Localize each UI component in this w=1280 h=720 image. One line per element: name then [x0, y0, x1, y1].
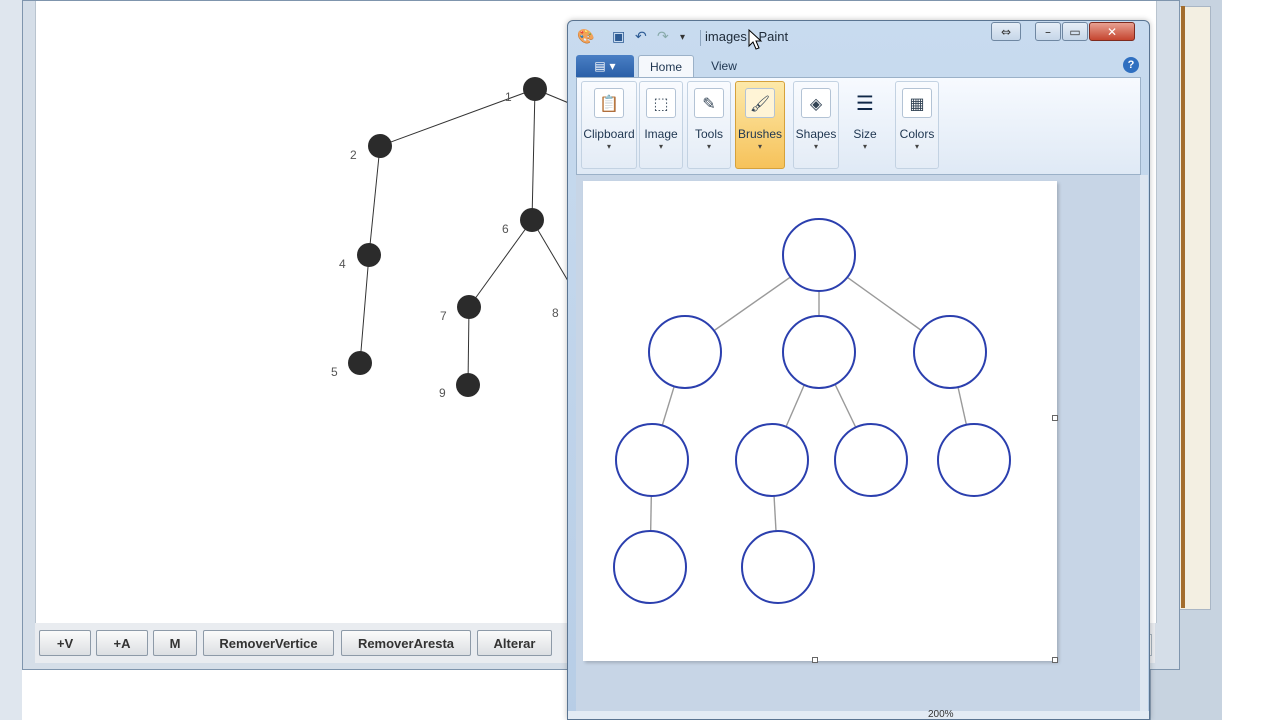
alter-button[interactable]: Alterar [477, 630, 552, 656]
ribbon-group-label: Tools [694, 127, 723, 141]
add-edge-button[interactable]: +A [96, 630, 148, 656]
edge-1-6 [531, 88, 536, 221]
mouse-cursor-icon [748, 29, 763, 50]
m-button[interactable]: M [153, 630, 197, 656]
tree-node [913, 315, 987, 389]
paint-menu-button[interactable]: ▤ ▾ [576, 55, 634, 77]
desktop-background [0, 0, 22, 720]
vertex-2 [368, 134, 392, 158]
ribbon-group-clipboard[interactable]: 📋 Clipboard ▾ [581, 81, 637, 169]
chevron-down-icon: ▾ [813, 142, 818, 151]
tree-node [615, 423, 689, 497]
colors-icon: ▦ [902, 88, 932, 118]
ribbon-group-image[interactable]: ⬚ Image ▾ [639, 81, 683, 169]
vertex-label-6: 6 [502, 222, 509, 236]
tree-drawing [613, 218, 1011, 604]
status-bar: 200% [568, 709, 1149, 720]
background-window-scrollbar[interactable] [1181, 6, 1185, 608]
size-icon: ☰ [856, 91, 874, 115]
undo-icon[interactable]: ↶ [635, 29, 647, 45]
chevron-down-icon: ▾ [862, 142, 867, 151]
customize-qat-icon[interactable]: ▾ [680, 32, 685, 43]
brushes-icon: 🖌 [745, 88, 775, 118]
snap-icon[interactable]: ⇔ [991, 22, 1021, 41]
remove-edge-button[interactable]: RemoverAresta [341, 630, 471, 656]
ribbon-group-shapes[interactable]: ◈ Shapes ▾ [793, 81, 839, 169]
edge-6-7 [468, 219, 533, 308]
tree-node [741, 530, 815, 604]
save-icon[interactable]: ▣ [612, 29, 625, 45]
chevron-down-icon: ▾ [658, 142, 663, 151]
tree-node [613, 530, 687, 604]
remove-vertex-button[interactable]: RemoverVertice [203, 630, 334, 656]
resize-handle-corner[interactable] [1052, 657, 1058, 663]
tree-node [648, 315, 722, 389]
tools-icon: ✎ [694, 88, 724, 118]
paint-workarea[interactable] [576, 175, 1141, 711]
ribbon-group-label: Shapes [795, 127, 837, 141]
vertex-label-7: 7 [440, 309, 447, 323]
tab-view[interactable]: View [700, 55, 748, 77]
edge-4-5 [359, 254, 370, 364]
close-button[interactable]: ✕ [1089, 22, 1135, 41]
ribbon-group-brushes[interactable]: 🖌 Brushes ▾ [735, 81, 785, 169]
ribbon-group-label: Brushes [737, 127, 783, 141]
vertex-5 [348, 351, 372, 375]
tree-node [782, 315, 856, 389]
edge-1-2 [379, 88, 536, 147]
vertex-6 [520, 208, 544, 232]
chevron-down-icon: ▾ [757, 142, 762, 151]
vertex-label-2: 2 [350, 148, 357, 162]
zoom-level: 200% [928, 709, 954, 720]
chevron-down-icon: ▾ [914, 142, 919, 151]
tree-node [937, 423, 1011, 497]
ribbon-group-label: Size [853, 127, 877, 141]
qat-separator [700, 30, 701, 46]
help-icon[interactable]: ? [1123, 57, 1139, 73]
vertex-4 [357, 243, 381, 267]
edge-2-4 [368, 145, 381, 256]
ribbon-group-label: Colors [899, 127, 935, 141]
add-vertex-button[interactable]: +V [39, 630, 91, 656]
chevron-down-icon: ▾ [706, 142, 711, 151]
tree-node-root [782, 218, 856, 292]
ribbon-group-tools[interactable]: ✎ Tools ▾ [687, 81, 731, 169]
desktop-background-right [1222, 0, 1280, 720]
vertex-label-9: 9 [439, 386, 446, 400]
ribbon-group-colors[interactable]: ▦ Colors ▾ [895, 81, 939, 169]
vertex-label-8: 8 [552, 306, 559, 320]
chevron-down-icon: ▾ [606, 142, 611, 151]
vertex-label-5: 5 [331, 365, 338, 379]
shapes-icon: ◈ [801, 88, 831, 118]
paint-canvas[interactable] [583, 181, 1057, 661]
vertex-9 [456, 373, 480, 397]
maximize-button[interactable]: ▭ [1062, 22, 1088, 41]
clipboard-icon: 📋 [594, 88, 624, 118]
paint-window[interactable]: 🎨 ▣ ↶ ↷ ▾ images - Paint ⇔ – ▭ ✕ ▤ ▾ Hom… [567, 20, 1150, 720]
vertical-scrollbar[interactable] [1140, 175, 1148, 711]
vertex-label-1: 1 [505, 90, 512, 104]
ribbon-group-label: Image [644, 127, 678, 141]
tree-node [735, 423, 809, 497]
ribbon-tabs: ▤ ▾ Home View ? [576, 55, 1141, 77]
tab-home[interactable]: Home [638, 55, 694, 77]
image-select-icon: ⬚ [646, 88, 676, 118]
resize-handle-bottom[interactable] [812, 657, 818, 663]
tree-node [834, 423, 908, 497]
ribbon-group-size[interactable]: ☰ Size ▾ [841, 81, 889, 169]
window-title: images - Paint [705, 29, 789, 44]
redo-icon[interactable]: ↷ [657, 29, 669, 45]
resize-handle-right[interactable] [1052, 415, 1058, 421]
ribbon: 📋 Clipboard ▾ ⬚ Image ▾ ✎ Tools ▾ 🖌 Brus… [576, 77, 1141, 175]
vertex-7 [457, 295, 481, 319]
ribbon-group-label: Clipboard [583, 127, 635, 141]
vertex-1 [523, 77, 547, 101]
vertex-label-4: 4 [339, 257, 346, 271]
paint-app-icon[interactable]: 🎨 [577, 29, 594, 45]
minimize-button[interactable]: – [1035, 22, 1061, 41]
paint-titlebar[interactable]: 🎨 ▣ ↶ ↷ ▾ images - Paint ⇔ – ▭ ✕ [568, 21, 1149, 53]
